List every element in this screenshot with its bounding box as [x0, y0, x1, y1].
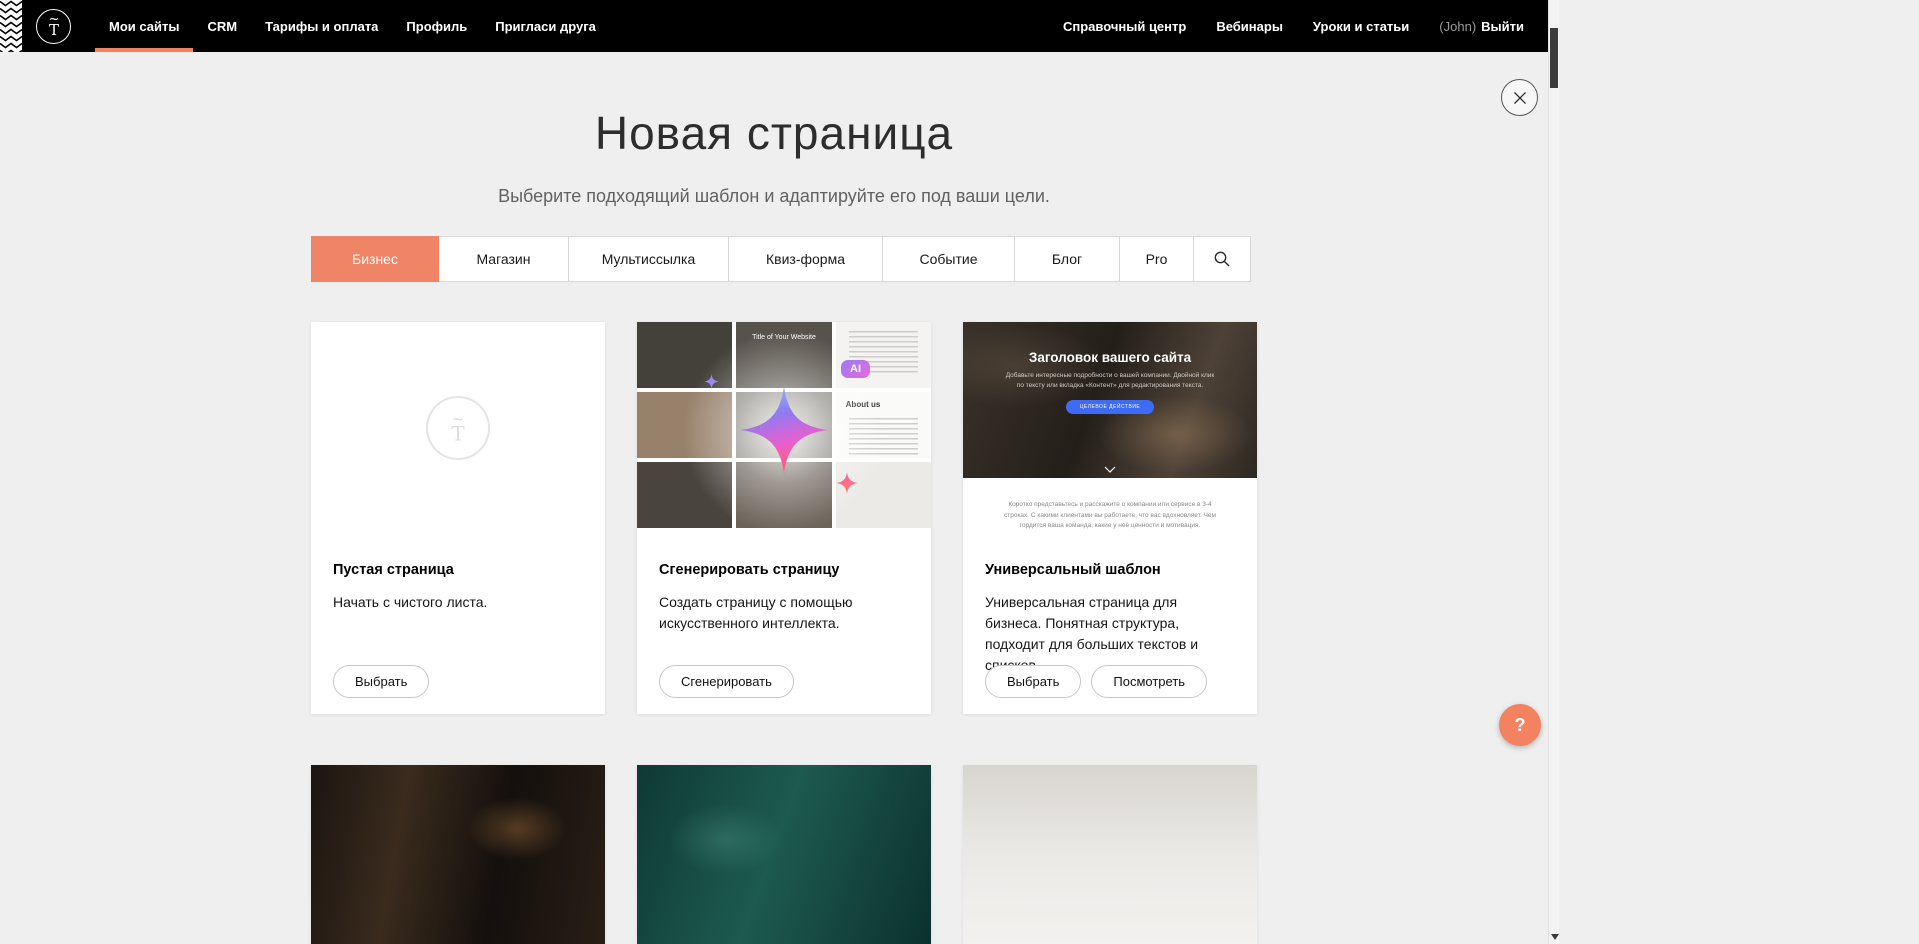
teal-template-preview[interactable]: [637, 765, 931, 944]
ai-overlay: AI: [637, 322, 931, 534]
scrollbar-down-arrow[interactable]: [1549, 930, 1560, 943]
tab-multilink[interactable]: Мультиссылка: [568, 236, 729, 282]
card-actions: Выбрать Посмотреть: [985, 665, 1207, 698]
svg-text:T: T: [451, 422, 465, 446]
template-cards-row-2: [311, 765, 1257, 944]
tilda-watermark-icon: ~ T: [426, 396, 490, 460]
card-blank-page: ~ T Пустая страница Начать с чистого лис…: [311, 322, 605, 714]
template-body-preview: Коротко представьтесь и расскажите о ком…: [963, 478, 1257, 534]
nav-my-sites[interactable]: Мои сайты: [95, 0, 193, 52]
card-description: Начать с чистого листа.: [333, 592, 583, 613]
page-title: Новая страница: [0, 106, 1548, 160]
ai-generate-preview[interactable]: Title of Your Website About us: [637, 322, 931, 534]
template-preview-image: [311, 765, 605, 944]
template-hero-subheading: Добавьте интересные подробности о вашей …: [1004, 371, 1216, 391]
tab-pro[interactable]: Pro: [1119, 236, 1194, 282]
scrollbar-thumb[interactable]: [1550, 28, 1558, 88]
app-screen: ~ T Мои сайты CRM Тарифы и оплата Профил…: [0, 0, 1919, 944]
template-preview-image: [963, 765, 1257, 944]
card-title: Универсальный шаблон: [985, 562, 1235, 578]
tab-quiz-form[interactable]: Квиз-форма: [728, 236, 883, 282]
chevron-down-icon: [1104, 466, 1116, 473]
main-menu: Мои сайты CRM Тарифы и оплата Профиль Пр…: [95, 0, 610, 52]
ai-sparkle-small-icon: [704, 374, 719, 389]
nav-lessons-articles[interactable]: Уроки и статьи: [1313, 19, 1409, 34]
template-preview-image: [637, 765, 931, 944]
dark-interior-template-preview[interactable]: [311, 765, 605, 944]
logout-label: Выйти: [1481, 19, 1524, 34]
tab-search[interactable]: [1193, 236, 1251, 282]
template-body-text: Коротко представьтесь и расскажите о ком…: [997, 500, 1223, 534]
card-body: Сгенерировать страницу Создать страницу …: [637, 534, 931, 714]
card-template-partial: [311, 765, 605, 944]
card-title: Пустая страница: [333, 562, 583, 578]
tilda-logo[interactable]: ~ T: [36, 9, 71, 44]
card-title: Сгенерировать страницу: [659, 562, 909, 578]
template-hero-heading: Заголовок вашего сайта: [963, 350, 1257, 365]
nav-plans-payment[interactable]: Тарифы и оплата: [251, 0, 392, 52]
nav-help-center[interactable]: Справочный центр: [1063, 19, 1186, 34]
choose-blank-button[interactable]: Выбрать: [333, 665, 429, 698]
card-description: Создать страницу с помощью искусственног…: [659, 592, 909, 634]
logout-link[interactable]: (John) Выйти: [1439, 19, 1524, 34]
nav-invite-friend[interactable]: Пригласи друга: [481, 0, 610, 52]
user-name: (John): [1439, 19, 1476, 34]
template-cards-row-1: ~ T Пустая страница Начать с чистого лис…: [311, 322, 1257, 714]
card-template-partial: [637, 765, 931, 944]
tab-event[interactable]: Событие: [882, 236, 1015, 282]
card-body: Универсальный шаблон Универсальная стран…: [963, 534, 1257, 714]
svg-text:T: T: [48, 21, 58, 39]
choose-template-button[interactable]: Выбрать: [985, 665, 1081, 698]
scrollbar-track[interactable]: [1548, 0, 1559, 944]
nav-crm[interactable]: CRM: [193, 0, 251, 52]
help-button[interactable]: ?: [1499, 704, 1541, 746]
secondary-menu: Справочный центр Вебинары Уроки и статьи…: [1063, 19, 1524, 34]
ai-sparkle-group: AI: [740, 386, 828, 474]
ai-sparkle-small-icon: [836, 472, 858, 494]
ai-sparkle-icon: [740, 386, 828, 474]
card-description: Универсальная страница для бизнеса. Поня…: [985, 592, 1235, 676]
search-icon: [1213, 250, 1231, 268]
light-template-preview[interactable]: [963, 765, 1257, 944]
template-cta-button: ЦЕЛЕВОЕ ДЕЙСТВИЕ: [1066, 400, 1155, 414]
tab-shop[interactable]: Магазин: [438, 236, 569, 282]
card-template-partial: [963, 765, 1257, 944]
generate-button[interactable]: Сгенерировать: [659, 665, 794, 698]
tilda-zigzag-decoration: [0, 0, 22, 52]
page-subtitle: Выберите подходящий шаблон и адаптируйте…: [0, 186, 1548, 207]
card-actions: Сгенерировать: [659, 665, 794, 698]
tab-blog[interactable]: Блог: [1014, 236, 1120, 282]
template-hero-preview: Заголовок вашего сайта Добавьте интересн…: [963, 322, 1257, 478]
nav-webinars[interactable]: Вебинары: [1216, 19, 1283, 34]
top-navbar: ~ T Мои сайты CRM Тарифы и оплата Профил…: [0, 0, 1548, 52]
card-generate-page: Title of Your Website About us: [637, 322, 931, 714]
tab-business[interactable]: Бизнес: [311, 236, 439, 282]
close-icon: [1513, 91, 1527, 105]
nav-profile[interactable]: Профиль: [392, 0, 481, 52]
card-universal-template: Заголовок вашего сайта Добавьте интересн…: [963, 322, 1257, 714]
tilda-logo-icon: ~ T: [42, 13, 66, 39]
card-body: Пустая страница Начать с чистого листа. …: [311, 534, 605, 714]
new-page-dialog: Новая страница Выберите подходящий шабло…: [0, 52, 1548, 944]
card-actions: Выбрать: [333, 665, 429, 698]
blank-page-preview[interactable]: ~ T: [311, 322, 605, 534]
view-template-button[interactable]: Посмотреть: [1091, 665, 1207, 698]
ai-badge: AI: [841, 360, 870, 378]
universal-template-preview[interactable]: Заголовок вашего сайта Добавьте интересн…: [963, 322, 1257, 534]
template-category-tabs: Бизнес Магазин Мультиссылка Квиз-форма С…: [311, 236, 1251, 282]
